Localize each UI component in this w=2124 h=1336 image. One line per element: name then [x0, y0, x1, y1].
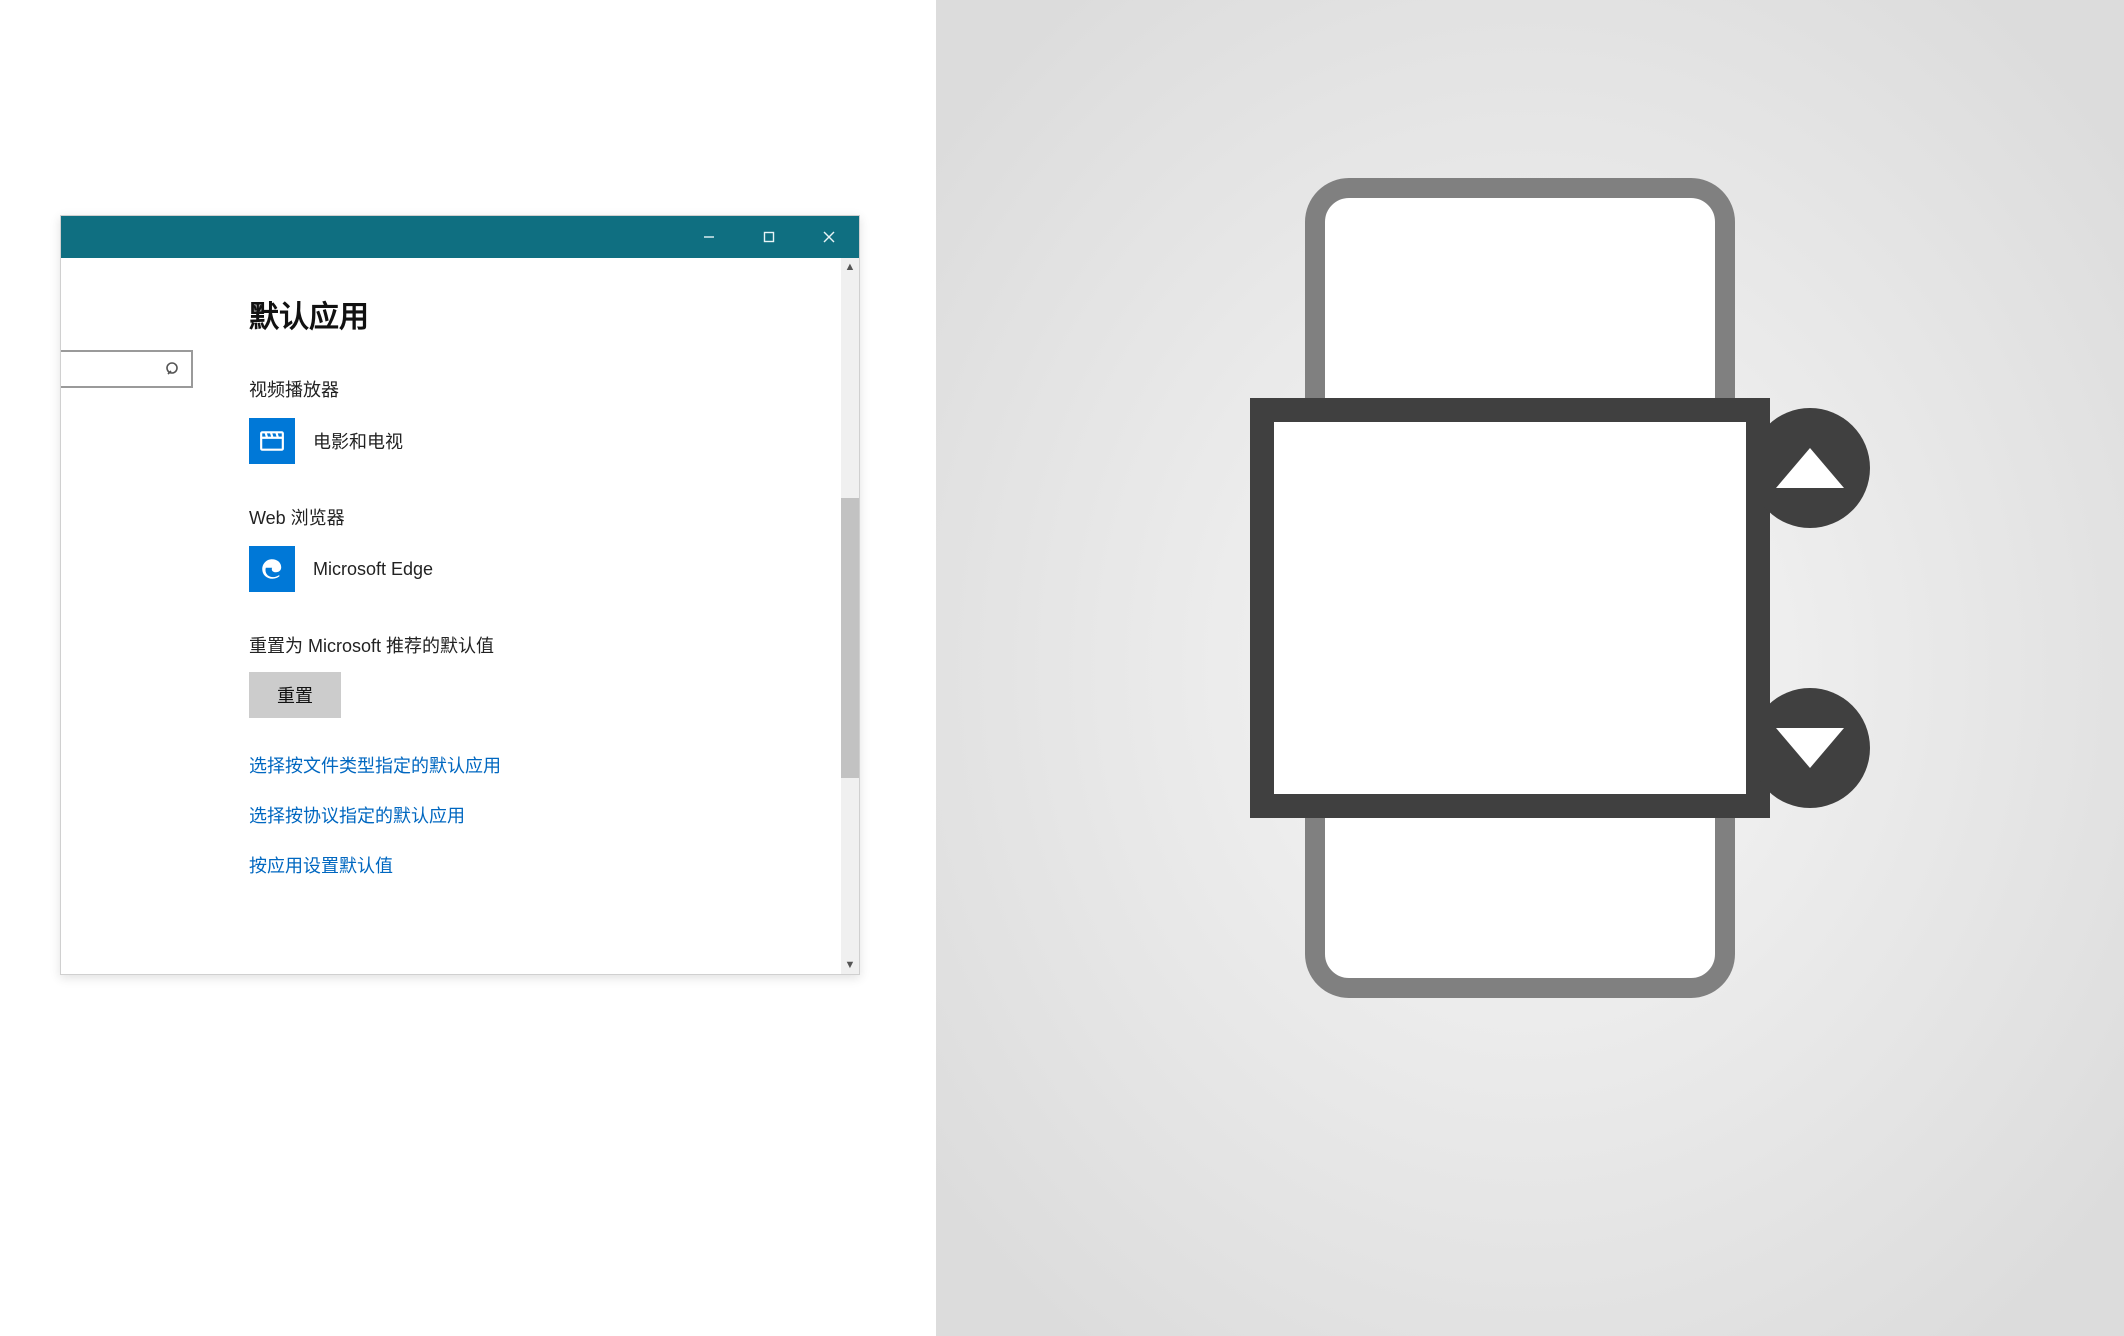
- page-title: 默认应用: [249, 292, 859, 336]
- triangle-up-icon: [1776, 448, 1844, 488]
- scrollbar-down-button[interactable]: ▼: [841, 956, 859, 974]
- diagram-arrow-down-icon: [1750, 688, 1870, 808]
- reset-heading: 重置为 Microsoft 推荐的默认值: [249, 632, 859, 658]
- scrollbar-up-button[interactable]: ▲: [841, 258, 859, 276]
- minimize-button[interactable]: [679, 216, 739, 258]
- link-defaults-by-app[interactable]: 按应用设置默认值: [249, 852, 859, 878]
- diagram-panel: [936, 0, 2124, 1336]
- search-icon: [165, 361, 181, 377]
- minimize-icon: [703, 231, 715, 243]
- ui-diagram: [1130, 168, 1930, 1168]
- video-player-app-name: 电影和电视: [313, 428, 403, 454]
- video-player-heading: 视频播放器: [249, 376, 859, 402]
- web-browser-heading: Web 浏览器: [249, 504, 859, 530]
- reset-button[interactable]: 重置: [249, 672, 341, 718]
- settings-window: 默认应用 视频播放器 电影和电视 Web 浏览器: [60, 215, 860, 975]
- window-titlebar[interactable]: [61, 216, 859, 258]
- scrollbar-thumb[interactable]: [841, 498, 859, 778]
- web-browser-app-name: Microsoft Edge: [313, 559, 433, 580]
- maximize-icon: [763, 231, 775, 243]
- maximize-button[interactable]: [739, 216, 799, 258]
- close-icon: [823, 231, 835, 243]
- diagram-arrow-up-icon: [1750, 408, 1870, 528]
- link-defaults-by-protocol[interactable]: 选择按协议指定的默认应用: [249, 802, 859, 828]
- video-player-app-choice[interactable]: 电影和电视: [249, 418, 859, 464]
- close-button[interactable]: [799, 216, 859, 258]
- advanced-links: 选择按文件类型指定的默认应用 选择按协议指定的默认应用 按应用设置默认值: [249, 752, 859, 878]
- vertical-scrollbar[interactable]: ▲ ▼: [841, 258, 859, 974]
- web-browser-app-choice[interactable]: Microsoft Edge: [249, 546, 859, 592]
- movies-tv-icon: [249, 418, 295, 464]
- triangle-down-icon: [1776, 728, 1844, 768]
- settings-search-input[interactable]: [60, 350, 193, 388]
- edge-icon: [249, 546, 295, 592]
- window-content: 默认应用 视频播放器 电影和电视 Web 浏览器: [61, 258, 859, 974]
- link-defaults-by-file-type[interactable]: 选择按文件类型指定的默认应用: [249, 752, 859, 778]
- diagram-sheet-rectangle: [1250, 398, 1770, 818]
